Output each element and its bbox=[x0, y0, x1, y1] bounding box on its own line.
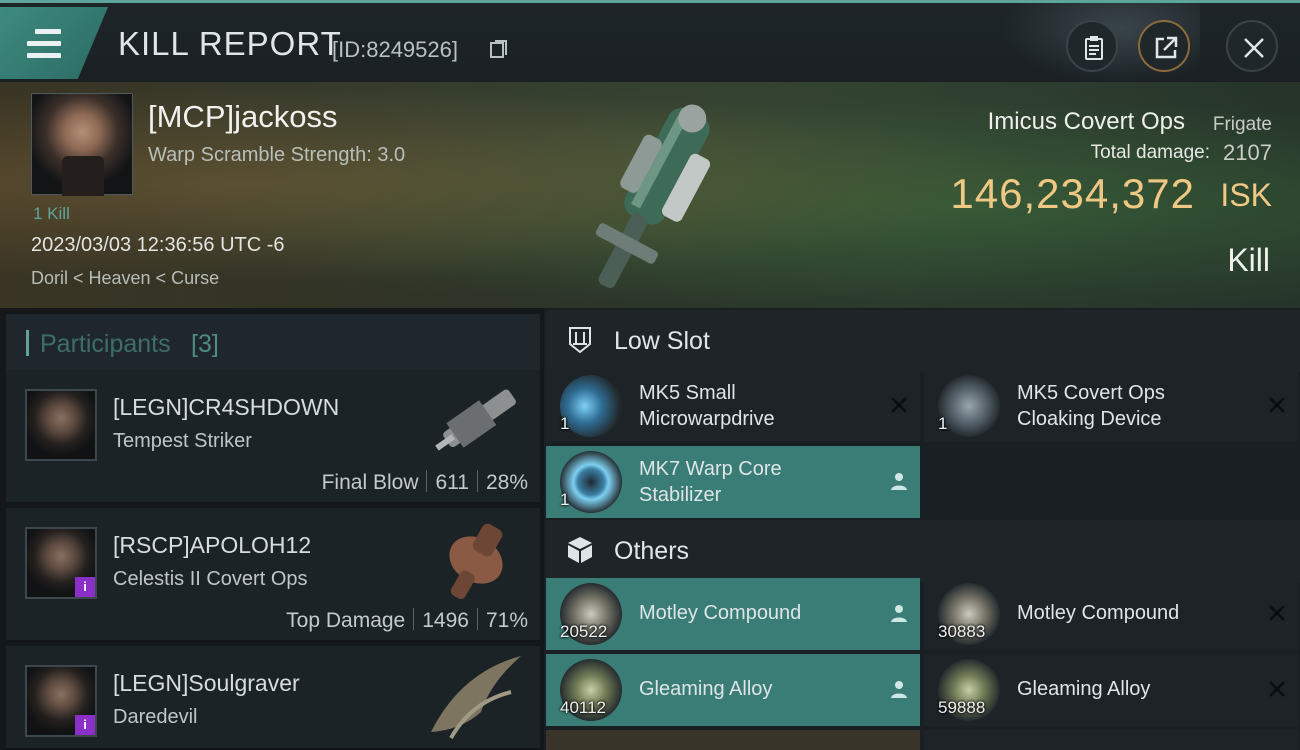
participant-avatar[interactable]: i bbox=[25, 665, 97, 737]
destroyed-icon bbox=[891, 397, 907, 413]
item-quantity: 20522 bbox=[560, 622, 608, 641]
participants-label: Participants bbox=[40, 330, 171, 358]
copy-icon[interactable] bbox=[489, 39, 509, 59]
participant-avatar[interactable]: i bbox=[25, 527, 97, 599]
victim-name[interactable]: [MCP]jackoss bbox=[148, 99, 337, 135]
page-title: KILL REPORT bbox=[118, 25, 342, 62]
others-header: Others bbox=[546, 520, 1300, 582]
info-icon: i bbox=[75, 577, 95, 597]
participant-damage: 1496 bbox=[422, 609, 469, 632]
participant-stats: Final Blow 611 28% bbox=[322, 470, 528, 495]
isk-unit: ISK bbox=[1220, 177, 1272, 213]
participant-ship: Tempest Striker bbox=[113, 430, 252, 452]
module-quantity: 1 bbox=[938, 414, 948, 433]
kill-count: 1 Kill bbox=[33, 204, 70, 223]
close-button[interactable] bbox=[1226, 20, 1278, 72]
low-slot-icon bbox=[569, 327, 591, 354]
module-quantity: 1 bbox=[560, 414, 570, 433]
dropped-person-icon bbox=[891, 473, 907, 490]
item-name: Motley Compound bbox=[639, 602, 802, 624]
hamburger-icon bbox=[27, 29, 61, 59]
item-name: Gleaming Alloy bbox=[639, 678, 773, 700]
participant-role: Top Damage bbox=[286, 609, 406, 632]
result-label: Kill bbox=[1227, 242, 1270, 278]
clipboard-button[interactable] bbox=[1066, 20, 1118, 72]
module-name: MK5 Covert Ops Cloaking Device bbox=[1017, 382, 1165, 430]
item-quantity: 59888 bbox=[938, 698, 986, 717]
destroyed-icon bbox=[1269, 397, 1285, 413]
destroyed-icon bbox=[1269, 605, 1285, 621]
participant-damage: 611 bbox=[435, 471, 469, 494]
victim-ship-class: Frigate bbox=[1212, 114, 1272, 135]
close-icon bbox=[1244, 38, 1264, 58]
share-button[interactable] bbox=[1138, 20, 1190, 72]
cargo-item[interactable]: 59888 Gleaming Alloy bbox=[924, 654, 1298, 726]
participant-role: Final Blow bbox=[321, 471, 419, 494]
destroyed-icon bbox=[1269, 681, 1285, 697]
victim-ship-image bbox=[595, 104, 711, 288]
cargo-item[interactable]: 40112 Gleaming Alloy bbox=[546, 654, 920, 726]
participant-percent: 28% bbox=[485, 471, 528, 494]
cargo-box-icon bbox=[568, 537, 592, 563]
module-item[interactable]: 1 MK5 Covert Ops Cloaking Device bbox=[924, 370, 1298, 442]
participant-ship: Celestis II Covert Ops bbox=[113, 568, 308, 590]
item-name: Motley Compound bbox=[1017, 602, 1180, 624]
low-slot-header: Low Slot bbox=[546, 310, 1300, 372]
total-damage-label: Total damage: bbox=[1090, 142, 1210, 163]
others-label: Others bbox=[614, 537, 690, 565]
cargo-item-partial[interactable] bbox=[546, 730, 920, 750]
item-quantity: 40112 bbox=[560, 698, 607, 717]
victim-avatar[interactable] bbox=[31, 93, 133, 196]
item-name: Gleaming Alloy bbox=[1017, 678, 1151, 700]
low-slot-label: Low Slot bbox=[614, 327, 710, 355]
share-icon bbox=[1155, 36, 1178, 59]
cargo-item[interactable]: 20522 Motley Compound bbox=[546, 578, 920, 650]
participant-name: [RSCP]APOLOH12 bbox=[113, 532, 312, 558]
menu-button[interactable] bbox=[0, 7, 108, 79]
participants-count: [3] bbox=[191, 330, 219, 358]
kill-report-screen: KILL REPORT [ID:8249526] [MCP]jackoss Wa… bbox=[0, 0, 1300, 750]
participant-avatar[interactable] bbox=[25, 389, 97, 461]
participant-ship-image bbox=[431, 656, 521, 739]
header-accent-bar bbox=[26, 330, 29, 356]
clipboard-icon bbox=[1085, 36, 1103, 60]
dropped-person-icon bbox=[891, 681, 907, 698]
participants-panel: Participants [3] [LEGN]CR4SHDOWN Tempest… bbox=[0, 308, 544, 750]
victim-ship-name: Imicus Covert Ops bbox=[987, 108, 1185, 135]
top-bar: KILL REPORT [ID:8249526] bbox=[0, 0, 1300, 85]
participants-header: Participants [3] bbox=[6, 314, 540, 372]
kill-location[interactable]: Doril < Heaven < Curse bbox=[31, 268, 219, 289]
participant-row[interactable]: i [RSCP]APOLOH12 Celestis II Covert Ops … bbox=[6, 508, 540, 642]
module-name: MK5 Small Microwarpdrive bbox=[639, 382, 775, 430]
isk-value: 146,234,372 bbox=[950, 170, 1195, 217]
participant-percent: 71% bbox=[485, 609, 528, 632]
kill-datetime: 2023/03/03 12:36:56 UTC -6 bbox=[31, 234, 285, 256]
cargo-item-partial[interactable] bbox=[924, 730, 1298, 750]
participant-ship-image bbox=[449, 523, 503, 600]
warp-scramble-strength: Warp Scramble Strength: 3.0 bbox=[148, 144, 406, 166]
participant-ship-image bbox=[435, 389, 516, 451]
participant-name: [LEGN]Soulgraver bbox=[113, 670, 300, 696]
kill-id: [ID:8249526] bbox=[332, 37, 458, 62]
participant-stats: Top Damage 1496 71% bbox=[286, 608, 528, 633]
module-item[interactable]: 1 MK5 Small Microwarpdrive bbox=[546, 370, 920, 442]
total-damage-value: 2107 bbox=[1223, 140, 1272, 165]
fitting-panel: Low Slot 1 MK5 Small Microwarpdrive 1 MK… bbox=[544, 308, 1300, 750]
participant-row[interactable]: i [LEGN]Soulgraver Daredevil bbox=[6, 646, 540, 750]
participant-ship: Daredevil bbox=[113, 706, 198, 728]
module-name: MK7 Warp Core Stabilizer bbox=[639, 458, 782, 506]
cargo-item[interactable]: 30883 Motley Compound bbox=[924, 578, 1298, 650]
info-icon: i bbox=[75, 715, 95, 735]
item-quantity: 30883 bbox=[938, 622, 986, 641]
participant-row[interactable]: [LEGN]CR4SHDOWN Tempest Striker Final Bl… bbox=[6, 370, 540, 504]
dropped-person-icon bbox=[891, 605, 907, 622]
module-item[interactable]: 1 MK7 Warp Core Stabilizer bbox=[546, 446, 920, 518]
module-quantity: 1 bbox=[560, 490, 570, 509]
participant-name: [LEGN]CR4SHDOWN bbox=[113, 394, 340, 420]
victim-banner: [MCP]jackoss Warp Scramble Strength: 3.0… bbox=[0, 82, 1300, 308]
